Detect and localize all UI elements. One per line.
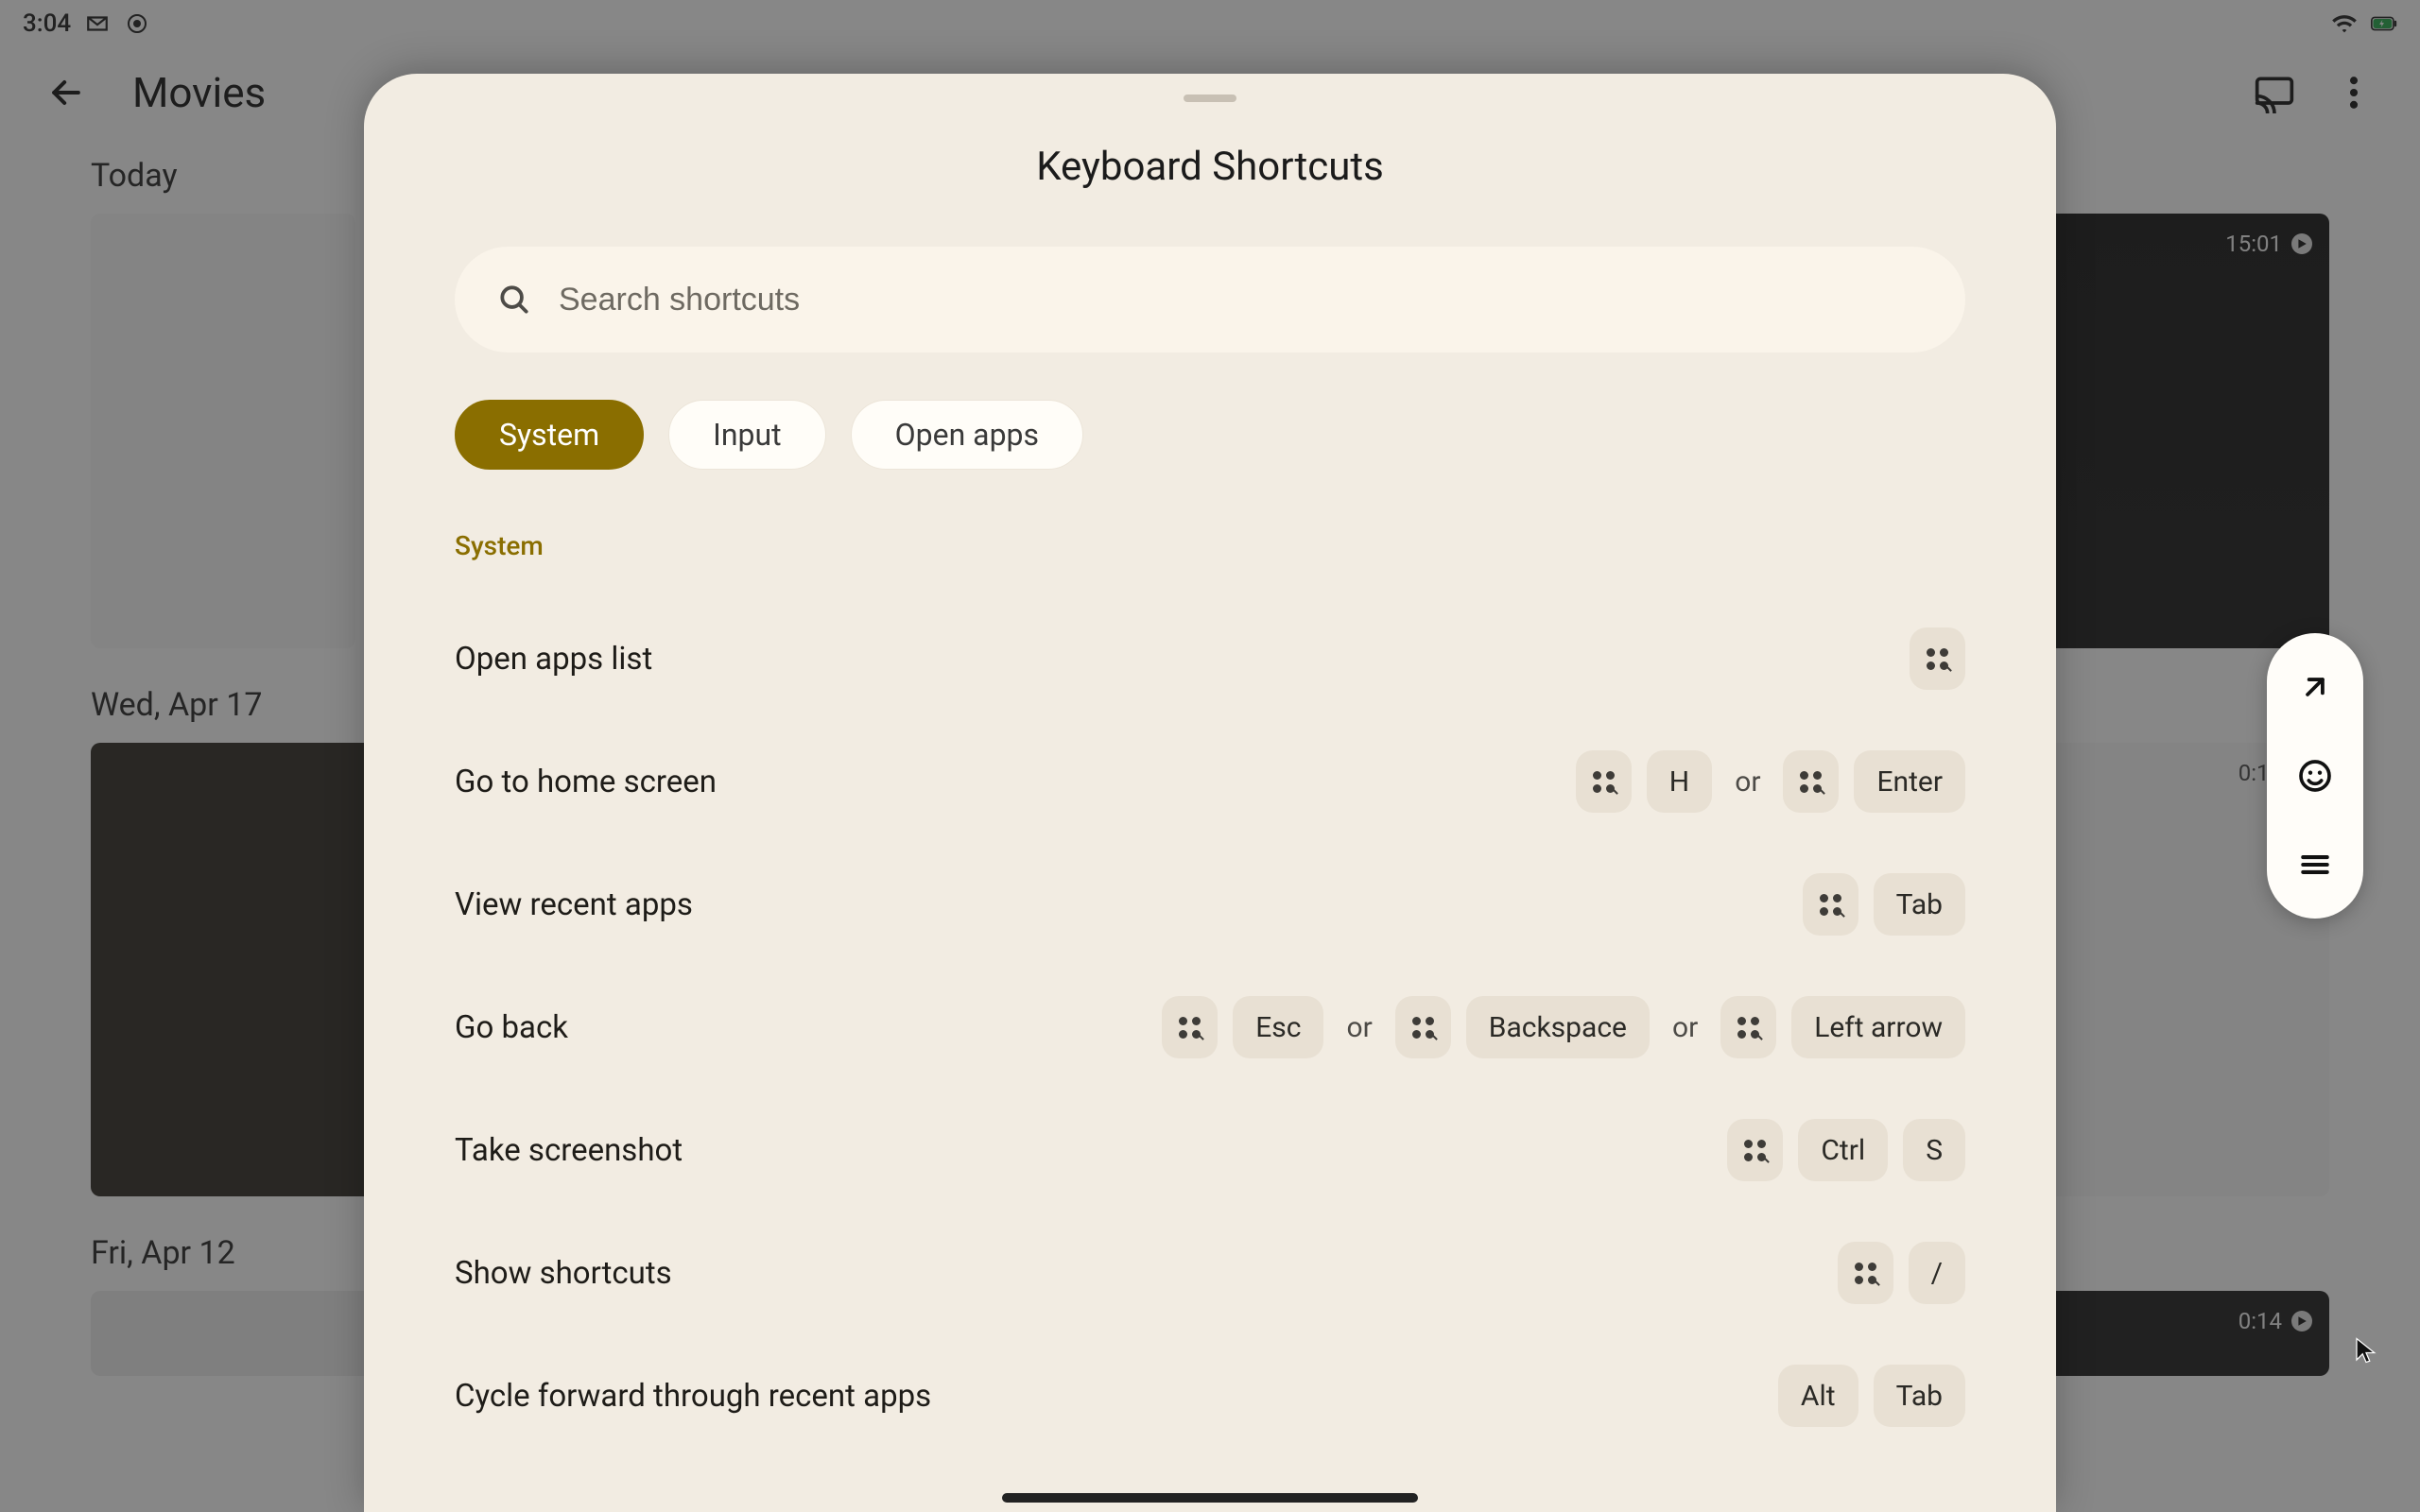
meta-key (1910, 627, 1965, 690)
key-enter: Enter (1854, 750, 1965, 813)
meta-key (1720, 996, 1776, 1058)
or-separator: or (1339, 1011, 1379, 1044)
shortcut-keys: Alt Tab (1778, 1365, 1965, 1427)
meta-key (1162, 996, 1218, 1058)
meta-key (1803, 873, 1858, 936)
key-backspace: Backspace (1466, 996, 1650, 1058)
mouse-cursor-icon (2352, 1336, 2380, 1365)
shortcut-label: Show shortcuts (455, 1255, 672, 1292)
key-h: H (1647, 750, 1712, 813)
keyboard-shortcuts-sheet: Keyboard Shortcuts System Input Open app… (364, 74, 2056, 1512)
drag-handle[interactable] (1184, 94, 1236, 102)
key-tab: Tab (1874, 1365, 1965, 1427)
key-tab: Tab (1874, 873, 1965, 936)
search-field[interactable] (455, 247, 1965, 352)
key-alt: Alt (1778, 1365, 1858, 1427)
meta-key (1395, 996, 1451, 1058)
shortcut-row: View recent apps Tab (455, 843, 1965, 966)
key-/: / (1909, 1242, 1965, 1304)
meta-key (1727, 1119, 1783, 1181)
shortcut-keys: Hor Enter (1576, 750, 1965, 813)
shortcut-list: Open apps list Go to home screen Hor Enter V… (455, 597, 1965, 1457)
category-tabs: System Input Open apps (455, 400, 1965, 470)
floating-ime-toolbar[interactable] (2267, 633, 2363, 919)
shortcut-keys: EscorBackspaceorLeft arrow (1162, 996, 1965, 1058)
shortcut-label: Go to home screen (455, 764, 717, 800)
shortcut-keys (1910, 627, 1965, 690)
shortcut-label: Cycle forward through recent apps (455, 1378, 931, 1415)
emoji-icon[interactable] (2293, 754, 2337, 798)
meta-key (1576, 750, 1632, 813)
or-separator: or (1665, 1011, 1705, 1044)
search-icon (496, 282, 532, 318)
tab-open-apps[interactable]: Open apps (851, 400, 1083, 470)
shortcut-row: Cycle forward through recent apps Alt Tab (455, 1334, 1965, 1457)
shortcut-row: Go backEscorBackspaceorLeft arrow (455, 966, 1965, 1089)
key-esc: Esc (1233, 996, 1323, 1058)
key-ctrl: Ctrl (1798, 1119, 1888, 1181)
shortcut-label: Go back (455, 1009, 568, 1046)
meta-key (1783, 750, 1839, 813)
gesture-nav-bar[interactable] (1002, 1493, 1418, 1503)
shortcut-row: Take screenshot CtrlS (455, 1089, 1965, 1211)
shortcut-keys: / (1838, 1242, 1965, 1304)
shortcut-keys: Tab (1803, 873, 1965, 936)
shortcut-label: View recent apps (455, 886, 693, 923)
tab-input[interactable]: Input (668, 400, 825, 470)
shortcut-label: Open apps list (455, 641, 652, 678)
shortcut-row: Go to home screen Hor Enter (455, 720, 1965, 843)
shortcut-label: Take screenshot (455, 1132, 683, 1169)
shortcut-row: Open apps list (455, 597, 1965, 720)
sheet-title: Keyboard Shortcuts (364, 144, 2056, 190)
shortcut-row: Show shortcuts / (455, 1211, 1965, 1334)
tab-system[interactable]: System (455, 400, 644, 470)
menu-icon[interactable] (2293, 843, 2337, 886)
expand-icon[interactable] (2293, 665, 2337, 709)
key-s: S (1903, 1119, 1965, 1181)
section-label: System (455, 530, 1965, 561)
search-input[interactable] (559, 282, 1924, 318)
meta-key (1838, 1242, 1893, 1304)
key-left-arrow: Left arrow (1791, 996, 1965, 1058)
or-separator: or (1727, 765, 1768, 799)
shortcut-keys: CtrlS (1727, 1119, 1965, 1181)
